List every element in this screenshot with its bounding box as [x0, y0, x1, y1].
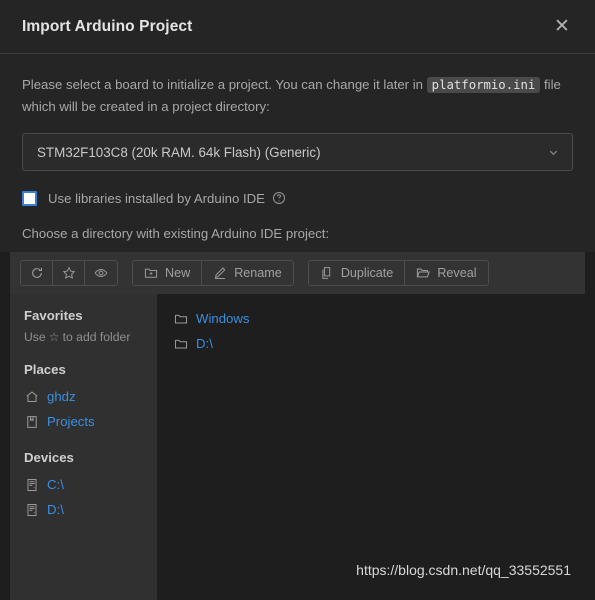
description-line1: Please select a board to initialize a pr… [22, 77, 427, 92]
home-icon [24, 389, 39, 404]
rename-button[interactable]: Rename [202, 261, 293, 285]
folder-open-icon [416, 266, 431, 280]
folder-plus-icon [144, 266, 158, 280]
dialog-titlebar: Import Arduino Project ✕ [0, 0, 595, 54]
duplicate-button[interactable]: Duplicate [309, 261, 406, 285]
sidebar-item-drive-d[interactable]: D:\ [10, 497, 157, 522]
dialog-content: Please select a board to initialize a pr… [0, 54, 595, 600]
sidebar-item-label: D:\ [47, 502, 64, 517]
file-browser-inner: New Rename Duplicate Reveal Favorites Us… [10, 252, 585, 600]
new-button-label: New [165, 266, 191, 280]
duplicate-button-label: Duplicate [340, 266, 394, 280]
duplicate-reveal-button-group: Duplicate Reveal [307, 260, 489, 286]
refresh-icon [30, 266, 44, 280]
favorite-button[interactable] [53, 261, 85, 285]
list-item[interactable]: D:\ [157, 331, 585, 356]
list-item-label: D:\ [196, 336, 213, 351]
drive-icon [24, 477, 39, 492]
list-item[interactable]: Windows [157, 306, 585, 331]
devices-section-title: Devices [24, 450, 74, 465]
show-hidden-button[interactable] [85, 261, 117, 285]
copy-icon [320, 266, 334, 280]
sidebar-item-drive-c[interactable]: C:\ [10, 472, 157, 497]
sidebar-item-projects[interactable]: Projects [10, 409, 157, 434]
board-select-value: STM32F103C8 (20k RAM. 64k Flash) (Generi… [37, 144, 321, 160]
icon-button-group [20, 260, 118, 286]
star-icon: ☆ [48, 330, 60, 344]
book-icon [24, 414, 39, 429]
favorites-section-title: Favorites [24, 308, 83, 323]
reveal-button-label: Reveal [437, 266, 477, 280]
new-rename-button-group: New Rename [132, 260, 294, 286]
new-button[interactable]: New [133, 261, 203, 285]
star-icon [62, 266, 76, 280]
folder-icon [173, 336, 188, 351]
arduino-libs-checkbox-row: Use libraries installed by Arduino IDE [22, 188, 573, 208]
help-circle-icon[interactable] [272, 191, 286, 205]
arduino-libs-checkbox-label[interactable]: Use libraries installed by Arduino IDE [48, 191, 265, 206]
refresh-button[interactable] [21, 261, 53, 285]
import-arduino-project-dialog: Import Arduino Project ✕ Please select a… [0, 0, 595, 600]
rename-button-label: Rename [234, 266, 282, 280]
eye-icon [94, 266, 108, 280]
platformio-ini-chip: platformio.ini [426, 77, 541, 93]
favorites-hint-after: to add folder [62, 330, 131, 344]
file-browser: New Rename Duplicate Reveal Favorites Us… [0, 252, 595, 600]
chevron-down-icon [546, 145, 560, 159]
sidebar-item-ghdz[interactable]: ghdz [10, 384, 157, 409]
watermark: https://blog.csdn.net/qq_33552551 [356, 562, 571, 578]
description-text: Please select a board to initialize a pr… [22, 74, 573, 117]
sidebar-item-label: Projects [47, 414, 95, 429]
sidebar-item-label: C:\ [47, 477, 64, 492]
list-item-label: Windows [196, 311, 250, 326]
places-section-title: Places [24, 362, 66, 377]
sidebar-item-label: ghdz [47, 389, 76, 404]
browser-sidebar: Favorites Use ☆ to add folder Places ghd… [10, 294, 157, 600]
browser-panes: Favorites Use ☆ to add folder Places ghd… [10, 294, 585, 600]
directory-label: Choose a directory with existing Arduino… [22, 226, 330, 241]
arduino-libs-checkbox[interactable] [22, 190, 37, 206]
reveal-button[interactable]: Reveal [405, 261, 487, 285]
close-icon[interactable]: ✕ [547, 12, 577, 42]
file-list[interactable]: Windows D:\ https://blog.csdn.net/qq_335… [157, 294, 585, 600]
favorites-hint-before: Use [24, 330, 46, 344]
favorites-hint: Use ☆ to add folder [10, 330, 157, 344]
folder-icon [173, 311, 188, 326]
board-select[interactable]: STM32F103C8 (20k RAM. 64k Flash) (Generi… [22, 133, 573, 171]
pencil-icon [213, 266, 227, 280]
file-browser-toolbar: New Rename Duplicate Reveal [10, 252, 585, 294]
drive-icon [24, 502, 39, 517]
page-title: Import Arduino Project [22, 17, 193, 35]
